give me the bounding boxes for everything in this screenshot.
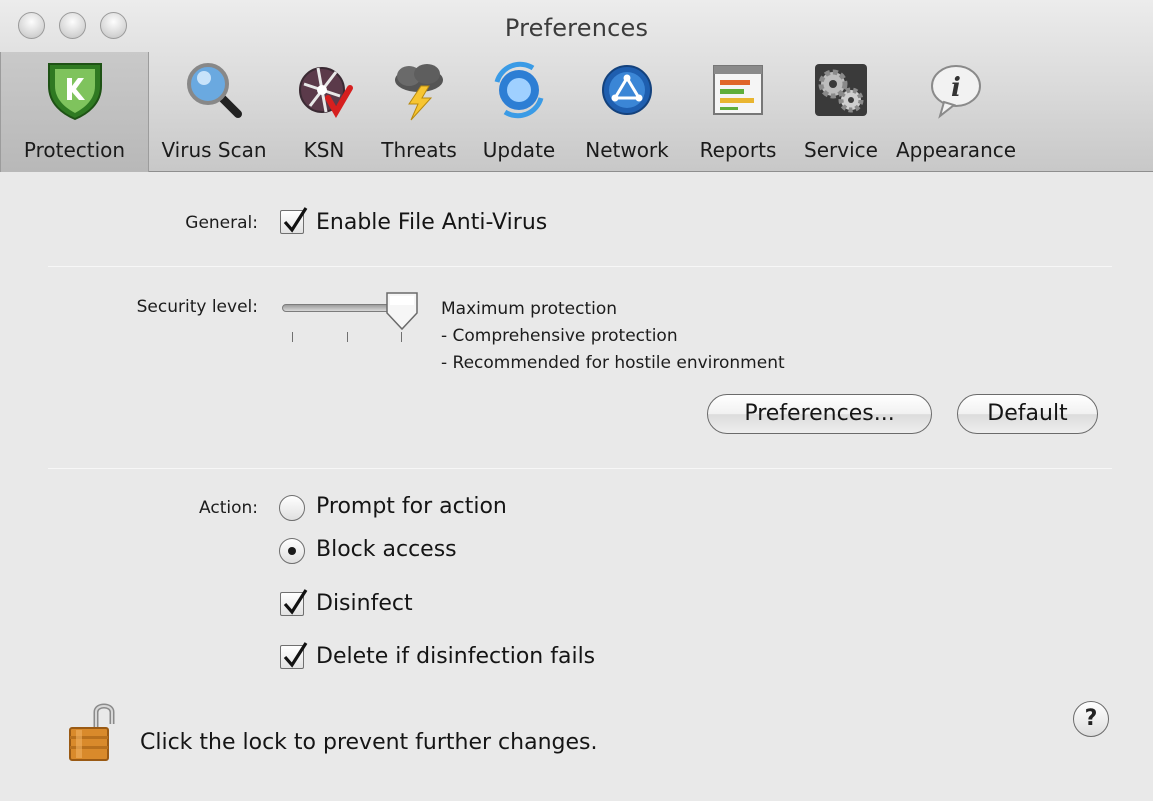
tab-ksn[interactable]: KSN (279, 52, 369, 172)
tab-network[interactable]: Network (569, 52, 685, 172)
info-bubble-icon: i (931, 65, 981, 119)
action-label: Action: (199, 498, 258, 518)
preferences-window: Preferences Protection Virus Scan KSN Th… (0, 0, 1153, 801)
tab-label: Protection (23, 138, 126, 162)
disinfect-checkbox[interactable] (280, 589, 308, 616)
block-access-label[interactable]: Block access (316, 537, 457, 562)
tab-reports[interactable]: Reports (685, 52, 791, 172)
enable-antivirus-label[interactable]: Enable File Anti-Virus (316, 210, 547, 235)
tab-label: Threats (381, 138, 457, 162)
enable-antivirus-checkbox[interactable] (280, 207, 308, 234)
block-access-radio[interactable] (279, 538, 305, 564)
toolbar: Protection Virus Scan KSN Threats Update… (0, 52, 1021, 172)
slider-tick (401, 332, 402, 342)
magnifier-icon (187, 63, 242, 118)
slider-tick (292, 332, 293, 342)
prompt-for-action-radio[interactable] (279, 495, 305, 521)
tab-label: KSN (303, 138, 345, 162)
slider-tick (347, 332, 348, 342)
tab-virus-scan[interactable]: Virus Scan (149, 52, 279, 172)
tab-label: Update (482, 138, 556, 162)
security-description-line: - Recommended for hostile environment (441, 353, 785, 373)
storm-cloud-icon (395, 64, 443, 121)
update-globe-icon (494, 61, 544, 119)
network-globe-icon (602, 65, 652, 115)
disinfect-label[interactable]: Disinfect (316, 591, 413, 616)
preferences-button[interactable]: Preferences... (707, 394, 932, 434)
tab-label: Service (804, 138, 878, 162)
separator (48, 266, 1112, 267)
general-label: General: (185, 213, 258, 233)
unlocked-padlock-icon[interactable] (66, 700, 130, 764)
tab-threats[interactable]: Threats (369, 52, 469, 172)
delete-if-fails-label[interactable]: Delete if disinfection fails (316, 644, 595, 669)
tab-label: Network (585, 138, 669, 162)
gears-icon (815, 64, 867, 116)
security-level-label: Security level: (136, 297, 258, 317)
default-button[interactable]: Default (957, 394, 1098, 434)
security-description-line: - Comprehensive protection (441, 326, 678, 346)
tab-label: Reports (699, 138, 777, 162)
tab-label: Appearance (895, 138, 1017, 162)
separator (48, 468, 1112, 469)
tab-update[interactable]: Update (469, 52, 569, 172)
lock-message: Click the lock to prevent further change… (140, 730, 598, 755)
checkmark-icon (283, 642, 308, 668)
window-chrome: Preferences Protection Virus Scan KSN Th… (0, 0, 1153, 172)
tab-label: Virus Scan (161, 138, 267, 162)
shield-k-icon (47, 63, 102, 121)
tab-appearance[interactable]: i Appearance (891, 52, 1021, 172)
checkmark-icon (283, 207, 308, 233)
reports-icon (713, 65, 763, 115)
tab-service[interactable]: Service (791, 52, 891, 172)
svg-text:i: i (951, 73, 961, 103)
checkmark-icon (283, 589, 308, 615)
security-description-line: Maximum protection (441, 299, 618, 319)
ksn-globe-icon (299, 67, 353, 118)
delete-if-fails-checkbox[interactable] (280, 642, 308, 669)
slider-thumb[interactable] (384, 291, 420, 331)
window-title: Preferences (504, 14, 649, 42)
prompt-for-action-label[interactable]: Prompt for action (316, 494, 507, 519)
tab-protection[interactable]: Protection (0, 52, 149, 172)
help-button[interactable]: ? (1073, 701, 1109, 737)
